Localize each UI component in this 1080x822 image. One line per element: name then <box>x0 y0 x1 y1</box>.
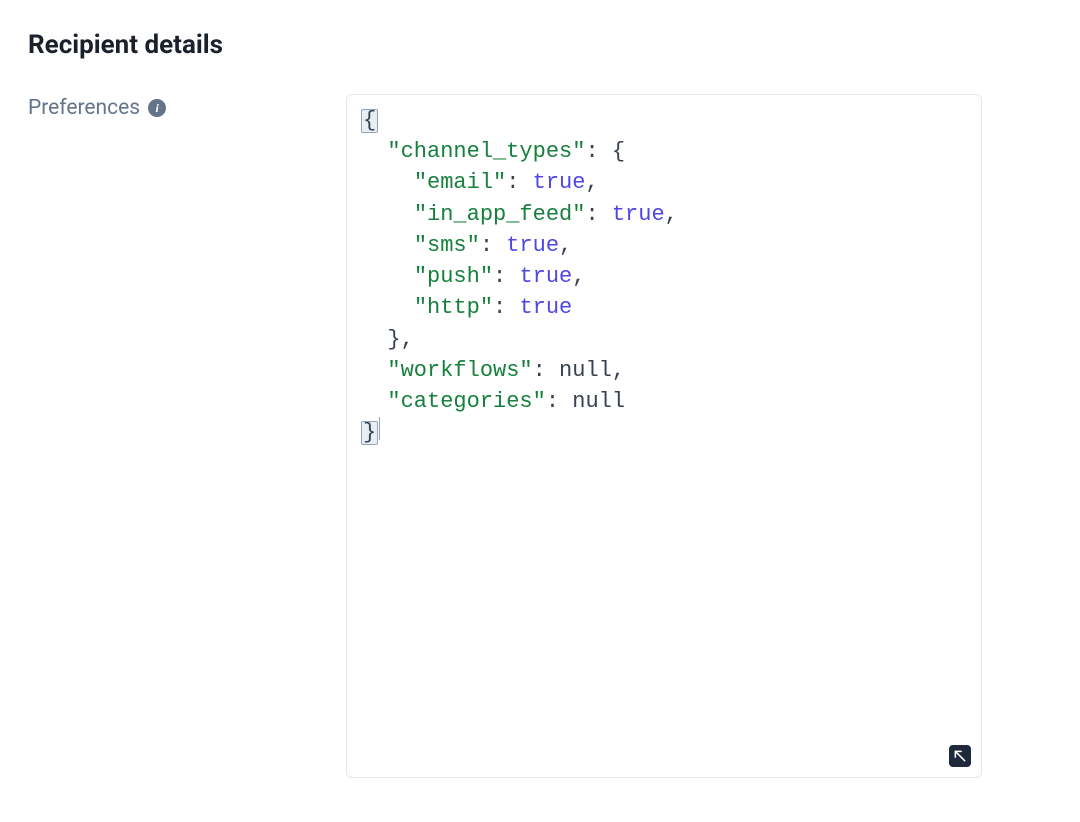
resize-handle-icon[interactable] <box>949 745 971 767</box>
json-code-block[interactable]: { "channel_types": { "email": true, "in_… <box>361 105 967 449</box>
preferences-label: Preferences <box>28 96 140 120</box>
section-title: Recipient details <box>28 30 1052 60</box>
preferences-json-editor[interactable]: { "channel_types": { "email": true, "in_… <box>346 94 982 778</box>
preferences-label-col: Preferences i <box>28 94 346 120</box>
preferences-row: Preferences i { "channel_types": { "emai… <box>28 94 1052 778</box>
info-icon[interactable]: i <box>148 99 166 117</box>
